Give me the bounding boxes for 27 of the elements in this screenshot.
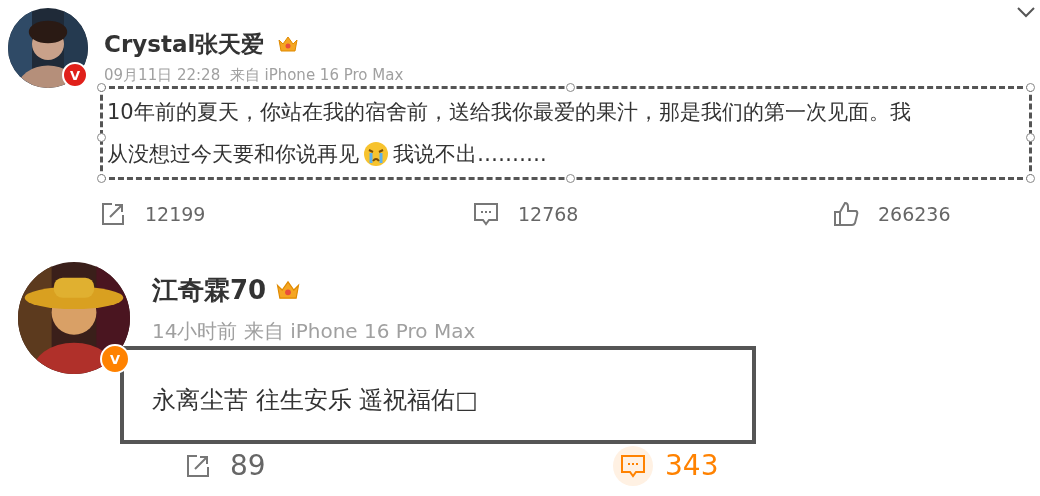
comment-button[interactable]: 12768 bbox=[466, 194, 579, 234]
author-name[interactable]: 江奇霖70 bbox=[152, 270, 267, 310]
resize-handle[interactable] bbox=[1026, 174, 1035, 183]
share-icon bbox=[100, 201, 126, 227]
verified-badge: V bbox=[62, 62, 88, 88]
comment-icon bbox=[472, 200, 500, 228]
resize-handle[interactable] bbox=[566, 83, 575, 92]
thumbs-up-icon bbox=[832, 200, 860, 228]
like-button[interactable]: 266236 bbox=[826, 194, 951, 234]
verified-badge: V bbox=[100, 344, 130, 374]
share-button[interactable]: 12199 bbox=[93, 194, 206, 234]
post-meta: 09月11日 22:28 来自 iPhone 16 Pro Max bbox=[103, 65, 405, 86]
comment-icon bbox=[619, 452, 647, 480]
resize-handle[interactable] bbox=[1026, 83, 1035, 92]
crying-emoji-icon bbox=[363, 141, 389, 167]
share-icon bbox=[185, 453, 211, 479]
resize-handle[interactable] bbox=[97, 83, 106, 92]
chevron-down-icon[interactable] bbox=[1016, 6, 1036, 20]
post-text: 永离尘苦 往生安乐 遥祝福佑□ bbox=[152, 385, 479, 416]
resize-handle[interactable] bbox=[97, 133, 106, 142]
share-button[interactable]: 89 bbox=[178, 446, 266, 486]
author-name[interactable]: Crystal张天爱 bbox=[104, 26, 265, 62]
resize-handle[interactable] bbox=[97, 174, 106, 183]
resize-handle[interactable] bbox=[1026, 133, 1035, 142]
post-meta: 14小时前 来自 iPhone 16 Pro Max bbox=[151, 318, 477, 345]
post-text: 10年前的夏天，你站在我的宿舍前，送给我你最爱的果汁，那是我们的第一次见面。我 从没想过今天要和你说再见 我说不出………. bbox=[107, 99, 912, 169]
resize-handle[interactable] bbox=[566, 174, 575, 183]
